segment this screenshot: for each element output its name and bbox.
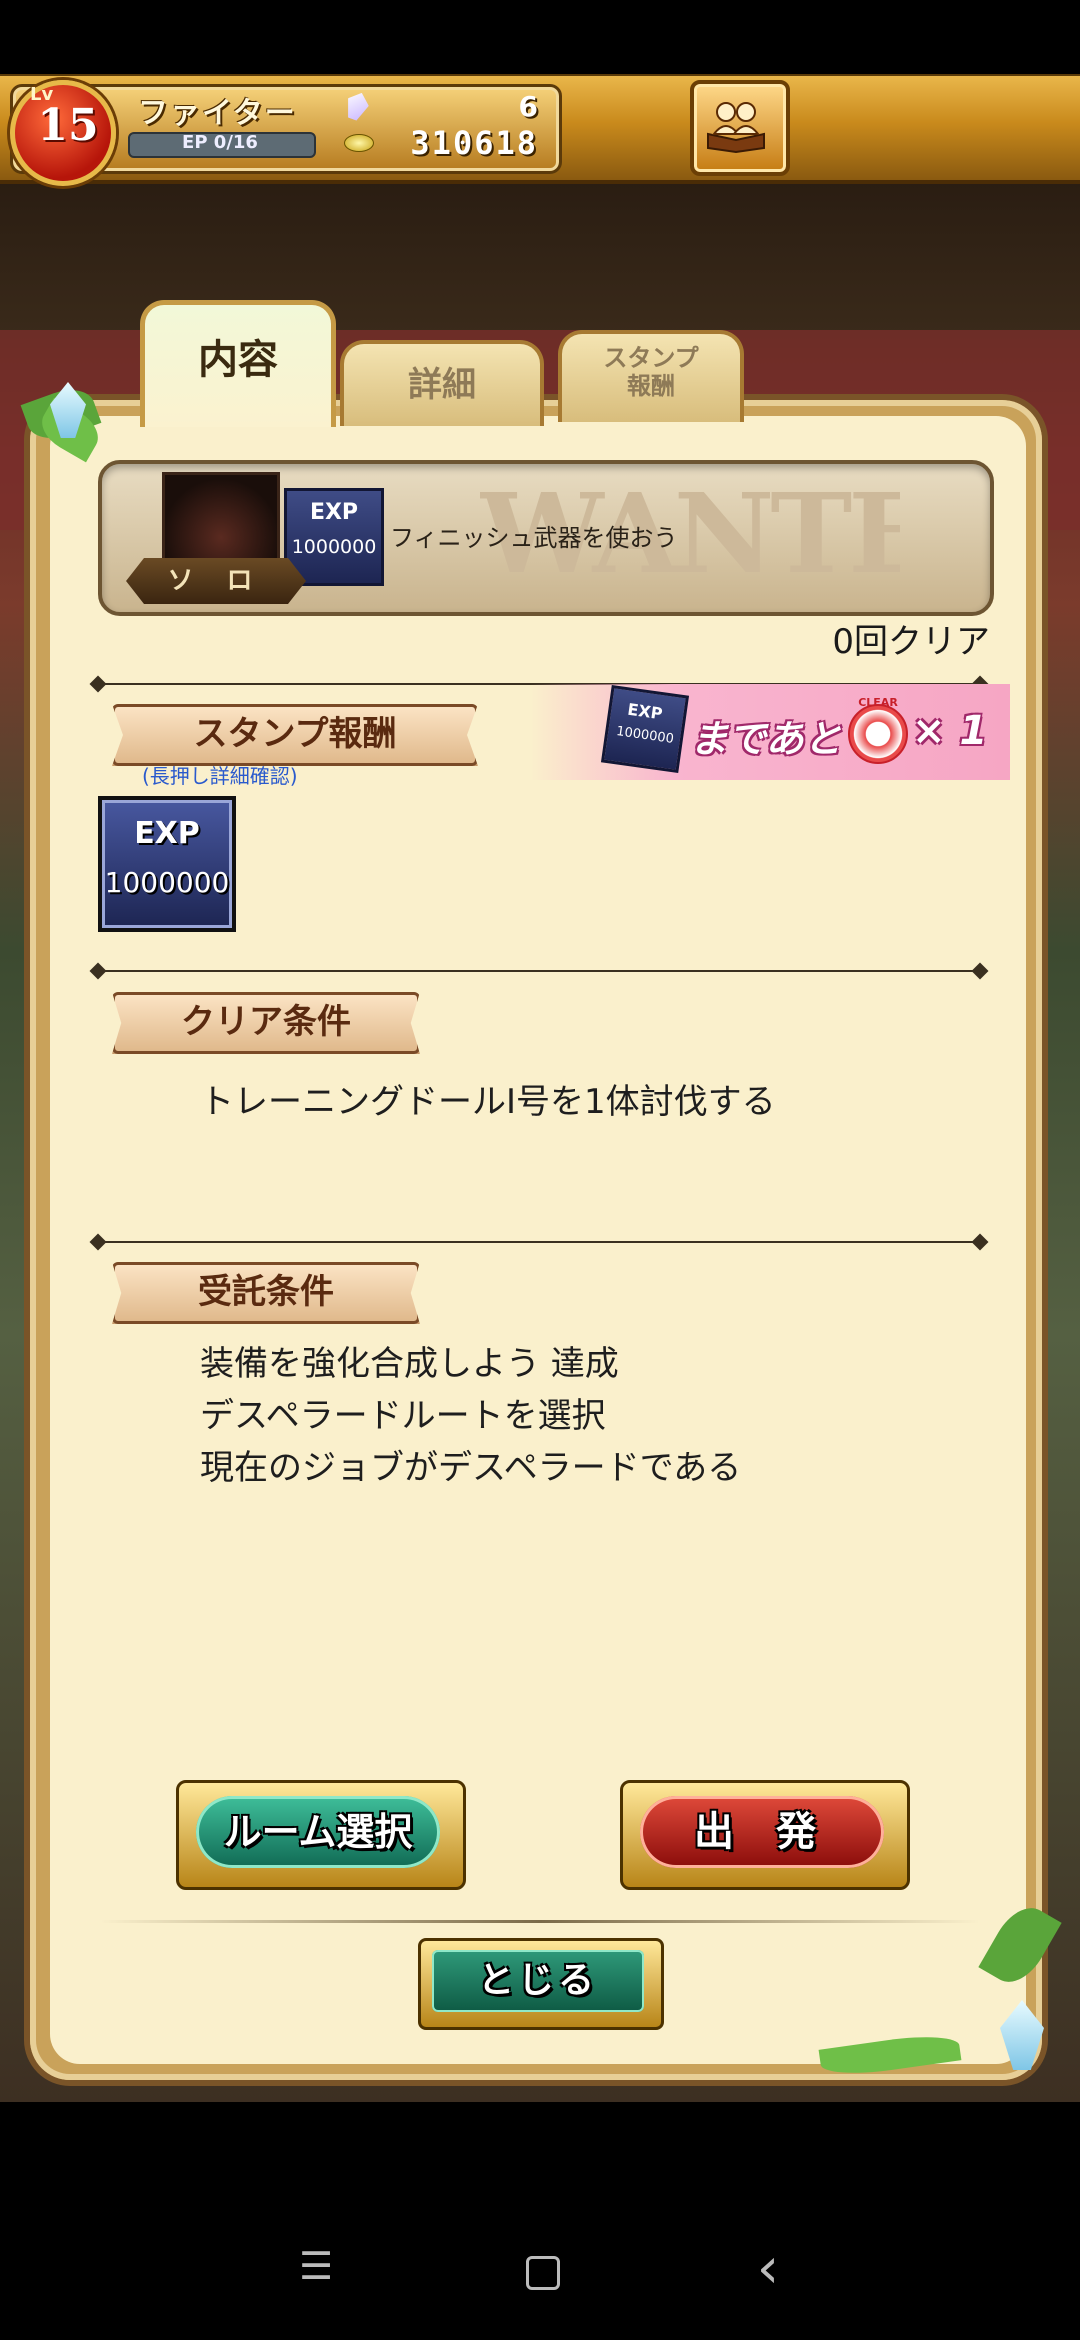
accept-condition-line: 装備を強化合成しよう 達成 — [200, 1344, 619, 1384]
quest-name: フィニッシュ武器を使おう — [390, 524, 678, 552]
promo-text: まであと — [690, 717, 842, 761]
stamp-reward-exp-label: EXP — [134, 816, 200, 851]
ep-text: EP 0/16 — [182, 132, 258, 153]
solo-mode-tag: ソ ロ — [126, 558, 306, 604]
coin-icon — [344, 134, 374, 152]
section-divider — [100, 1241, 980, 1243]
close-label[interactable]: とじる — [432, 1950, 644, 2012]
long-press-hint: (長押し詳細確認) — [142, 764, 298, 788]
promo-count: × 1 — [912, 708, 988, 754]
accept-condition-header: 受託条件 — [112, 1262, 420, 1324]
clear-stamp-label: CLEAR — [858, 696, 898, 709]
recent-apps-icon[interactable]: ☰ — [276, 2244, 356, 2288]
accept-condition-line: 現在のジョブがデスペラードである — [200, 1448, 742, 1488]
tab-detail[interactable]: 詳細 — [340, 340, 544, 426]
stamp-reward-header: スタンプ報酬 — [112, 704, 478, 766]
exp-reward-value: 1000000 — [291, 536, 377, 558]
level-number: 15 — [37, 100, 99, 151]
accept-condition-line: デスペラードルートを選択 — [200, 1396, 606, 1436]
exp-reward-label: EXP — [309, 500, 359, 525]
clear-condition-header: クリア条件 — [112, 992, 420, 1054]
room-select-label[interactable]: ルーム選択 — [196, 1796, 440, 1868]
gem-count: 6 — [518, 90, 538, 123]
back-icon[interactable]: ‹ — [728, 2236, 808, 2301]
tab-stamp-label-line2: 報酬 — [627, 372, 675, 400]
bottom-separator — [100, 1920, 980, 1923]
home-icon[interactable] — [526, 2256, 560, 2290]
depart-label[interactable]: 出 発 — [640, 1796, 884, 1868]
stamp-reward-exp-value: 1000000 — [104, 866, 230, 899]
book-people-icon — [707, 102, 765, 154]
clear-count: 0回クリア — [832, 622, 990, 662]
job-name: ファイター — [138, 96, 297, 131]
coin-count: 310618 — [410, 124, 538, 162]
tab-content[interactable]: 内容 — [140, 300, 336, 427]
clear-condition-line: トレーニングドールI号を1体討伐する — [200, 1082, 776, 1122]
clear-stamp-icon — [848, 704, 908, 764]
tab-stamp-label-line1: スタンプ — [603, 344, 699, 372]
section-divider — [100, 970, 980, 972]
tab-stamp-reward[interactable]: スタンプ 報酬 — [558, 330, 744, 422]
